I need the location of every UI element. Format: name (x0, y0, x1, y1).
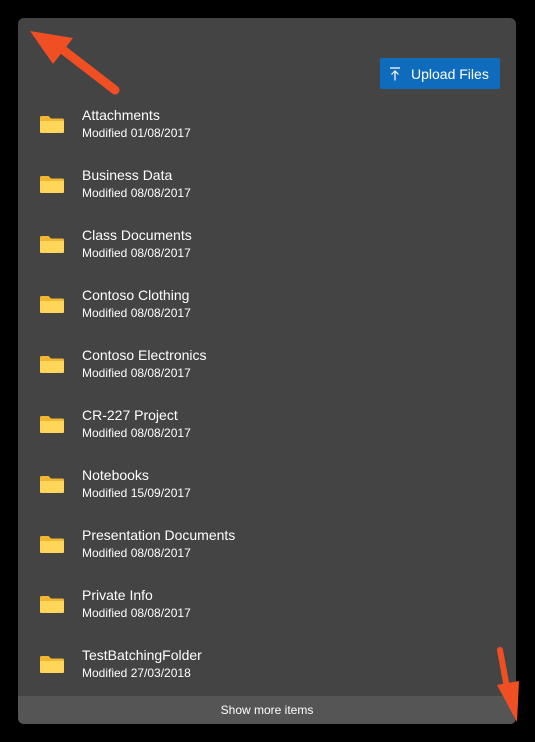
upload-icon (390, 66, 400, 80)
folder-item-attachments[interactable]: Attachments Modified 01/08/2017 (18, 105, 516, 165)
folder-item-cr-227-project[interactable]: CR-227 Project Modified 08/08/2017 (18, 405, 516, 465)
folder-name: Private Info (82, 587, 153, 603)
folder-name: Contoso Electronics (82, 347, 207, 363)
show-more-items-button[interactable]: Show more items (18, 696, 516, 724)
folder-icon (40, 356, 64, 373)
folder-item-contoso-electronics[interactable]: Contoso Electronics Modified 08/08/2017 (18, 345, 516, 405)
folder-modified-date: Modified 08/08/2017 (82, 546, 191, 560)
folder-modified-date: Modified 08/08/2017 (82, 366, 191, 380)
folder-modified-date: Modified 08/08/2017 (82, 246, 191, 260)
folder-name: Contoso Clothing (82, 287, 190, 303)
folder-modified-date: Modified 01/08/2017 (82, 126, 191, 140)
upload-files-label: Upload Files (411, 65, 489, 82)
folder-item-private-info[interactable]: Private Info Modified 08/08/2017 (18, 585, 516, 645)
folder-modified-date: Modified 08/08/2017 (82, 426, 191, 440)
folder-icon (40, 236, 64, 253)
folder-icon (40, 596, 64, 613)
folder-name: Notebooks (82, 467, 149, 483)
folder-modified-date: Modified 15/09/2017 (82, 486, 191, 500)
folder-icon (40, 176, 64, 193)
folder-icon (40, 476, 64, 493)
folder-item-business-data[interactable]: Business Data Modified 08/08/2017 (18, 165, 516, 225)
folder-item-notebooks[interactable]: Notebooks Modified 15/09/2017 (18, 465, 516, 525)
folder-icon (40, 536, 64, 553)
folder-icon (40, 296, 64, 313)
folder-modified-date: Modified 27/03/2018 (82, 666, 191, 680)
folder-name: TestBatchingFolder (82, 647, 202, 663)
upload-files-button[interactable]: Upload Files (380, 58, 500, 89)
folder-name: Attachments (82, 107, 160, 123)
folder-modified-date: Modified 08/08/2017 (82, 306, 191, 320)
folder-icon (40, 116, 64, 133)
folder-item-class-documents[interactable]: Class Documents Modified 08/08/2017 (18, 225, 516, 285)
folder-name: CR-227 Project (82, 407, 178, 423)
folder-name: Presentation Documents (82, 527, 236, 543)
show-more-items-label: Show more items (220, 703, 314, 717)
folder-item-contoso-clothing[interactable]: Contoso Clothing Modified 08/08/2017 (18, 285, 516, 345)
folder-modified-date: Modified 08/08/2017 (82, 606, 191, 620)
folder-name: Business Data (82, 167, 173, 183)
folder-icon (40, 416, 64, 433)
folder-modified-date: Modified 08/08/2017 (82, 186, 191, 200)
folder-icon (40, 656, 64, 673)
file-browser-panel: Upload Files Attachments Modified 01/08/… (18, 18, 516, 724)
folder-item-presentation-documents[interactable]: Presentation Documents Modified 08/08/20… (18, 525, 516, 585)
folder-name: Class Documents (82, 227, 192, 243)
folder-list: Attachments Modified 01/08/2017 Business… (18, 105, 516, 705)
